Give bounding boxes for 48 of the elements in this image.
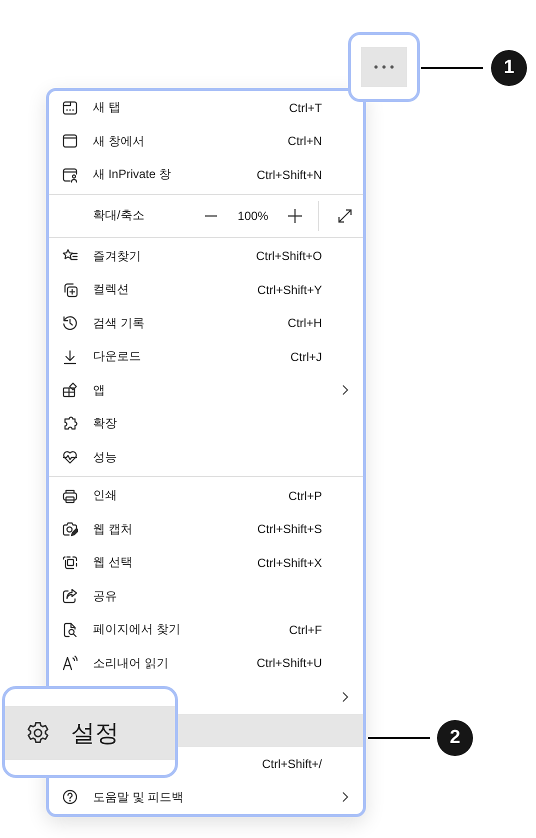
plus-icon (287, 208, 303, 224)
leader-line (421, 67, 483, 68)
menu-item[interactable]: 소리내어 읽기 Ctrl+Shift+U (49, 646, 363, 680)
download-icon (62, 348, 78, 365)
menu-item[interactable]: 앱 (49, 374, 363, 407)
read-aloud-icon (62, 655, 78, 672)
number-badge: 1 (491, 50, 527, 86)
chevron-right-icon (341, 791, 349, 804)
menu-item[interactable]: 컬렉션 Ctrl+Shift+Y (49, 273, 363, 306)
chevron-right-icon (341, 384, 349, 396)
menu-item[interactable]: 성능 (49, 440, 363, 474)
window-icon (62, 133, 78, 150)
minus-icon (204, 214, 218, 216)
printer-icon (62, 488, 78, 504)
dashed-select-icon (62, 554, 78, 571)
menu-item[interactable]: 웹 캡처 Ctrl+Shift+S (49, 512, 363, 546)
menu-item[interactable]: 도움말 및 피드백 (49, 780, 363, 814)
help-icon (62, 789, 78, 806)
zoom-label: 확대/축소 (93, 207, 146, 224)
menu-item[interactable]: 인쇄 Ctrl+P (49, 479, 363, 512)
page-search-icon (62, 622, 78, 638)
menu-item[interactable]: 새 창에서 Ctrl+N (49, 124, 363, 158)
number-badge: 2 (437, 720, 473, 756)
menu-item[interactable]: 공유 (49, 580, 363, 613)
camera-pen-icon (62, 521, 78, 538)
heart-pulse-icon (62, 449, 78, 466)
apps-icon (62, 382, 78, 398)
collection-add-icon (62, 282, 78, 298)
puzzle-icon (62, 416, 78, 432)
private-window-icon (62, 166, 78, 183)
menu-item[interactable]: 다운로드 Ctrl+J (49, 340, 363, 374)
leader-line (368, 737, 430, 738)
share-icon (62, 588, 78, 604)
menu-item[interactable]: 검색 기록 Ctrl+H (49, 306, 363, 340)
menu-item[interactable]: 새 InPrivate 창 Ctrl+Shift+N (49, 158, 363, 192)
expand-icon (337, 208, 353, 224)
chevron-right-icon (341, 690, 349, 703)
more-icon (374, 65, 394, 69)
settings-icon (25, 720, 51, 746)
menu-item[interactable]: 웹 선택 Ctrl+Shift+X (49, 546, 363, 580)
menu-item[interactable]: 새 탭 Ctrl+T (49, 91, 363, 124)
tab-icon (62, 100, 78, 116)
menu-item[interactable]: 페이지에서 찾기 Ctrl+F (49, 613, 363, 646)
history-icon (62, 315, 78, 332)
menu-item[interactable]: 확장 (49, 407, 363, 440)
menu-item[interactable]: 즐겨찾기 Ctrl+Shift+O (49, 240, 363, 273)
zoom-value: 100% (236, 208, 270, 222)
settings-item[interactable]: 설정 (5, 706, 175, 760)
